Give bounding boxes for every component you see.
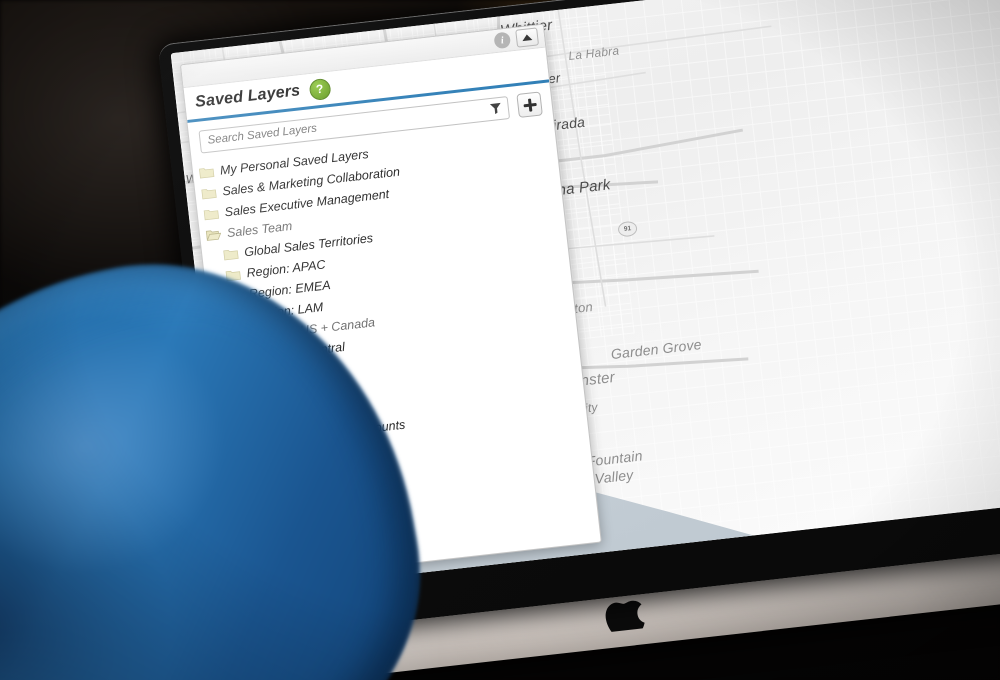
add-saved-layer-button[interactable]: [516, 91, 543, 118]
folder-closed-icon: [198, 165, 215, 179]
folder-closed-icon: [203, 207, 219, 221]
folder-closed-icon: [201, 186, 217, 200]
folder-open-icon: [205, 227, 222, 241]
funnel-icon[interactable]: [489, 101, 502, 114]
triangle-up-icon: [521, 34, 533, 42]
folder-closed-icon: [223, 247, 239, 261]
photo-scene: ParkBell GardensWhittierSouth GateSanta …: [0, 0, 1000, 680]
help-icon[interactable]: ?: [308, 77, 332, 101]
plus-icon: [522, 97, 537, 112]
collapse-panel-button[interactable]: [515, 27, 540, 48]
plus-icon-bar-v: [527, 98, 532, 112]
panel-toolbar-actions: i: [493, 27, 540, 50]
info-icon[interactable]: i: [493, 31, 512, 50]
page-title: Saved Layers: [194, 82, 302, 111]
